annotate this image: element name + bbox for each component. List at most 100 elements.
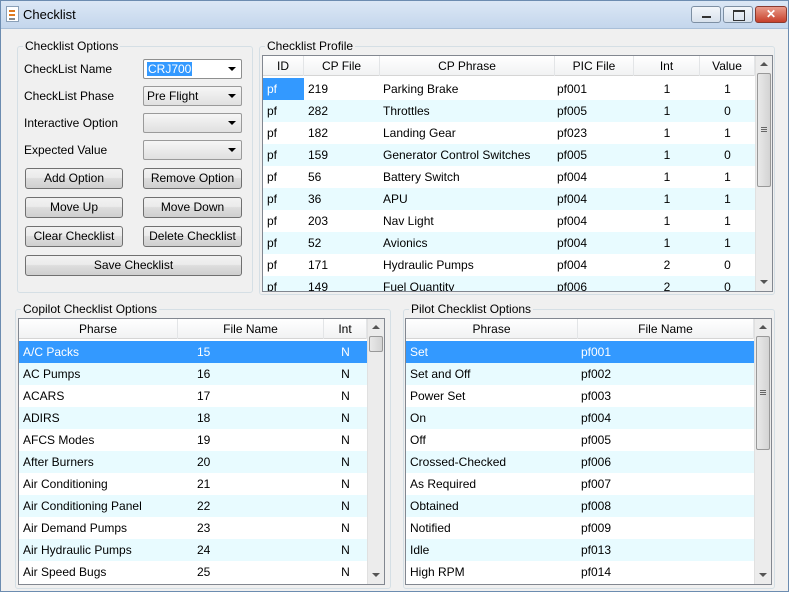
table-row[interactable]: Power Set pf003 [406,385,754,407]
cell-int: 1 [663,214,671,228]
table-row[interactable]: Obtained pf008 [406,495,754,517]
table-row[interactable]: pf 203 Nav Light pf004 1 1 [263,210,755,232]
copilot-checklist-grid[interactable]: Pharse File Name Int A/C Packs 15 N AC Pump… [18,318,385,585]
cell-pic-file: pf004 [557,214,588,228]
cell-phrase: A/C Packs [23,345,80,359]
cell-file-name: pf005 [581,433,612,447]
scroll-down-arrow-icon[interactable] [755,567,771,584]
table-row[interactable]: ACARS 17 N [19,385,367,407]
checklist-window: Checklist Checklist Options CheckList Na… [0,0,789,592]
add-option-button[interactable]: Add Option [25,168,123,189]
column-header-phrase[interactable]: Phrase [406,319,578,339]
column-header-pic-file[interactable]: PIC File [555,56,634,76]
scroll-down-arrow-icon[interactable] [368,567,384,584]
cell-value: 0 [724,104,731,118]
cell-int: 1 [663,126,671,140]
scroll-up-arrow-icon[interactable] [755,319,771,336]
table-row[interactable]: pf 56 Battery Switch pf004 1 1 [263,166,755,188]
table-row[interactable]: Set and Off pf002 [406,363,754,385]
cell-int: N [341,565,350,579]
cell-phrase: On [410,411,427,425]
checklist-phase-combo[interactable]: Pre Flight [143,86,242,106]
save-checklist-button[interactable]: Save Checklist [25,255,242,276]
cell-cp-file: 203 [308,214,329,228]
table-row[interactable]: As Required pf007 [406,473,754,495]
table-row[interactable]: pf 159 Generator Control Switches pf005 1 0 [263,144,755,166]
scroll-down-arrow-icon[interactable] [756,274,772,291]
table-row[interactable]: Off pf005 [406,429,754,451]
table-row[interactable]: Air Conditioning 21 N [19,473,367,495]
table-row[interactable]: pf 282 Throttles pf005 1 0 [263,100,755,122]
cell-int: N [341,345,350,359]
table-row[interactable]: After Burners 20 N [19,451,367,473]
table-row[interactable]: Air Conditioning Panel 22 N [19,495,367,517]
column-header-value[interactable]: Value [700,56,755,76]
table-row[interactable]: Idle pf013 [406,539,754,561]
column-header-cp-phrase[interactable]: CP Phrase [380,56,555,76]
table-row[interactable]: pf 149 Fuel Quantity pf006 2 0 [263,276,755,291]
column-header-cp-file[interactable]: CP File [304,56,380,76]
cell-file-name: 25 [197,565,211,579]
scroll-up-arrow-icon[interactable] [756,56,772,73]
table-row[interactable]: AFCS Modes 19 N [19,429,367,451]
profile-vertical-scrollbar[interactable] [755,56,772,291]
remove-option-button[interactable]: Remove Option [143,168,242,189]
table-row[interactable]: pf 52 Avionics pf004 1 1 [263,232,755,254]
table-row[interactable]: A/C Packs 15 N [19,341,367,363]
table-row[interactable]: Set pf001 [406,341,754,363]
cell-cp-phrase: Throttles [383,104,430,118]
column-header-file-name[interactable]: File Name [578,319,754,339]
table-row[interactable]: On pf004 [406,407,754,429]
scroll-thumb[interactable] [757,73,771,187]
table-row[interactable]: pf 36 APU pf004 1 1 [263,188,755,210]
table-row[interactable]: Crossed-Checked pf006 [406,451,754,473]
table-row[interactable]: ADIRS 18 N [19,407,367,429]
table-row[interactable]: pf 171 Hydraulic Pumps pf004 2 0 [263,254,755,276]
delete-checklist-button[interactable]: Delete Checklist [143,226,242,247]
cell-int: N [341,411,350,425]
copilot-vertical-scrollbar[interactable] [367,319,384,584]
expected-value-combo[interactable] [143,140,242,160]
checklist-profile-grid[interactable]: ID CP File CP Phrase PIC File Int Value … [262,55,773,292]
table-row[interactable]: Notified pf009 [406,517,754,539]
scroll-up-arrow-icon[interactable] [368,319,384,336]
scroll-thumb[interactable] [369,336,383,352]
table-row[interactable]: Air Demand Pumps 23 N [19,517,367,539]
close-button[interactable] [755,6,787,23]
move-down-button[interactable]: Move Down [143,197,242,218]
maximize-button[interactable] [723,6,753,23]
clear-checklist-button[interactable]: Clear Checklist [25,226,123,247]
cell-pic-file: pf004 [557,192,588,206]
cell-pic-file: pf005 [557,148,588,162]
cell-phrase: Crossed-Checked [410,455,507,469]
cell-cp-phrase: Landing Gear [383,126,456,140]
cell-value: 1 [724,236,731,250]
cell-int: N [341,543,350,557]
minimize-button[interactable] [691,6,721,23]
column-header-int[interactable]: Int [634,56,700,76]
column-header-id[interactable]: ID [263,56,304,76]
pilot-vertical-scrollbar[interactable] [754,319,771,584]
table-row[interactable]: High RPM pf014 [406,561,754,583]
cell-phrase: As Required [410,477,477,491]
interactive-option-combo[interactable] [143,113,242,133]
column-header-pharse[interactable]: Pharse [19,319,178,339]
move-up-button[interactable]: Move Up [25,197,123,218]
cell-phrase: Notified [410,521,451,535]
table-row[interactable]: pf 219 Parking Brake pf001 1 1 [263,78,755,100]
cell-int: N [341,521,350,535]
pilot-checklist-grid[interactable]: Phrase File Name Set pf001 Set and Off pf00… [405,318,772,585]
cell-cp-file: 56 [308,170,322,184]
table-row[interactable]: Air Hydraulic Pumps 24 N [19,539,367,561]
cell-phrase: Idle [410,543,430,557]
column-header-int[interactable]: Int [324,319,367,339]
table-row[interactable]: AC Pumps 16 N [19,363,367,385]
scroll-thumb[interactable] [756,336,770,450]
cell-phrase: Air Conditioning [23,477,108,491]
checklist-name-combo[interactable]: CRJ700 [143,59,242,79]
cell-id: pf [267,192,278,206]
table-row[interactable]: Air Speed Bugs 25 N [19,561,367,583]
column-header-file-name[interactable]: File Name [178,319,324,339]
table-row[interactable]: pf 182 Landing Gear pf023 1 1 [263,122,755,144]
profile-grid-header: ID CP File CP Phrase PIC File Int Value [263,56,755,76]
